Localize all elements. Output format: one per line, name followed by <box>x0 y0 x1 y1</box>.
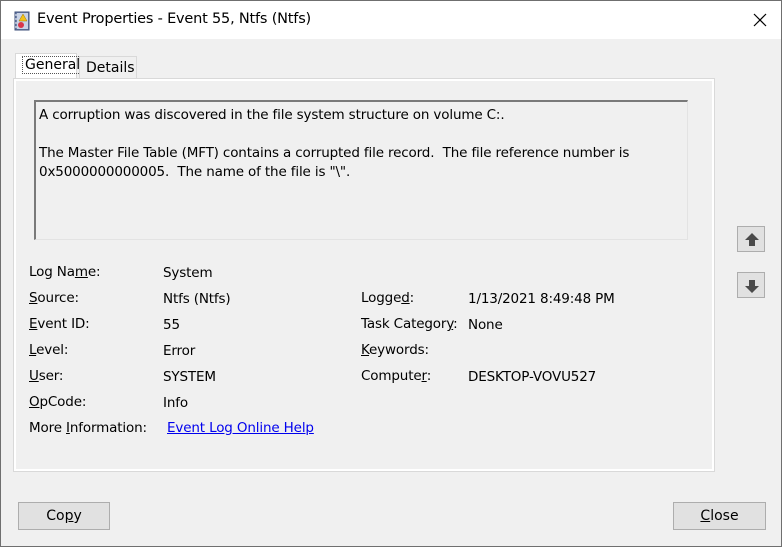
copy-button[interactable]: Copy <box>18 502 110 530</box>
event-properties-window: Event Properties - Event 55, Ntfs (Ntfs)… <box>0 0 782 547</box>
opcode-value: Info <box>163 395 188 411</box>
user-label: User: <box>29 368 64 384</box>
event-viewer-icon <box>14 11 30 31</box>
tab-general[interactable]: General <box>15 53 84 78</box>
arrow-up-icon <box>745 233 759 246</box>
tab-general-label: General <box>22 56 84 74</box>
log-name-value: System <box>163 265 213 281</box>
level-value: Error <box>163 343 196 359</box>
title-bar: Event Properties - Event 55, Ntfs (Ntfs) <box>1 1 781 39</box>
computer-label: Computer: <box>361 368 432 384</box>
arrow-down-icon <box>745 280 759 293</box>
log-name-label: Log Name: <box>29 264 101 280</box>
more-information-label: More Information: <box>29 420 147 436</box>
opcode-label: OpCode: <box>29 394 87 410</box>
general-panel: A corruption was discovered in the file … <box>13 78 715 472</box>
task-category-value: None <box>468 317 503 333</box>
general-panel-inner: A corruption was discovered in the file … <box>16 81 712 469</box>
next-event-button[interactable] <box>737 272 765 298</box>
event-id-value: 55 <box>163 317 180 333</box>
logged-value: 1/13/2021 8:49:48 PM <box>468 291 615 307</box>
level-label: Level: <box>29 342 69 358</box>
window-title: Event Properties - Event 55, Ntfs (Ntfs) <box>37 11 311 27</box>
computer-value: DESKTOP-VOVU527 <box>468 369 597 385</box>
event-id-label: Event ID: <box>29 316 90 332</box>
source-value: Ntfs (Ntfs) <box>163 291 231 307</box>
user-value: SYSTEM <box>163 369 216 385</box>
close-button[interactable]: Close <box>673 502 766 530</box>
task-category-label: Task Category: <box>361 316 458 332</box>
logged-label: Logged: <box>361 290 415 306</box>
tab-details[interactable]: Details <box>79 56 137 78</box>
previous-event-button[interactable] <box>737 226 765 252</box>
keywords-label: Keywords: <box>361 342 429 358</box>
close-icon[interactable] <box>749 9 771 31</box>
event-description[interactable]: A corruption was discovered in the file … <box>34 100 688 240</box>
source-label: Source: <box>29 290 79 306</box>
event-log-online-help-link[interactable]: Event Log Online Help <box>167 420 314 436</box>
